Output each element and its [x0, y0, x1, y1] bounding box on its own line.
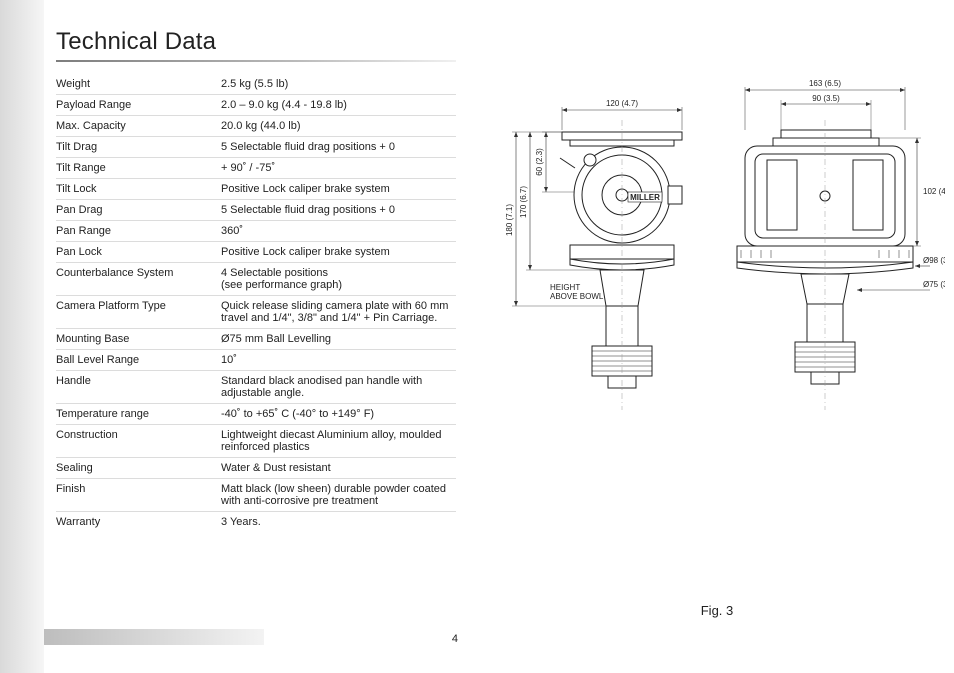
spec-row: Temperature range-40˚ to +65˚ C (-40° to… — [56, 404, 456, 425]
spec-row: Tilt Range+ 90˚ / -75˚ — [56, 158, 456, 179]
figure-caption: Fig. 3 — [701, 603, 734, 618]
spec-value: 20.0 kg (44.0 lb) — [221, 116, 456, 137]
spec-label: Mounting Base — [56, 329, 221, 350]
brand-label: MILLER — [630, 193, 660, 202]
spec-value: Positive Lock caliper brake system — [221, 242, 456, 263]
page-title: Technical Data — [56, 28, 456, 56]
spec-row: Camera Platform TypeQuick release slidin… — [56, 296, 456, 329]
spec-label: Tilt Range — [56, 158, 221, 179]
spec-value: Water & Dust resistant — [221, 458, 456, 479]
dim-width-plate-right: 90 (3.5) — [812, 94, 840, 103]
spec-label: Payload Range — [56, 95, 221, 116]
height-label-line2: ABOVE BOWL — [550, 292, 604, 301]
spec-table: Weight2.5 kg (5.5 lb)Payload Range2.0 – … — [56, 74, 456, 532]
spec-value: Matt black (low sheen) durable powder co… — [221, 479, 456, 512]
page-number: 4 — [452, 633, 458, 645]
spec-value: 360˚ — [221, 221, 456, 242]
spec-row: Pan Drag5 Selectable fluid drag position… — [56, 200, 456, 221]
spec-value: 3 Years. — [221, 512, 456, 533]
spec-label: Temperature range — [56, 404, 221, 425]
spec-value: Quick release sliding camera plate with … — [221, 296, 456, 329]
spec-value: 5 Selectable fluid drag positions + 0 — [221, 137, 456, 158]
spec-value: Positive Lock caliper brake system — [221, 179, 456, 200]
spec-value: 5 Selectable fluid drag positions + 0 — [221, 200, 456, 221]
spec-row: Tilt Drag5 Selectable fluid drag positio… — [56, 137, 456, 158]
dim-diameter-base-right: Ø98 (3.9) — [923, 256, 945, 265]
spec-row: Max. Capacity20.0 kg (44.0 lb) — [56, 116, 456, 137]
spec-label: Counterbalance System — [56, 263, 221, 296]
dim-height-bowl-plate-right: 102 (4.0) — [923, 187, 945, 196]
spec-row: HandleStandard black anodised pan handle… — [56, 371, 456, 404]
height-label-line1: HEIGHT — [550, 283, 580, 292]
technical-drawing: 120 (4.7) MILLER — [490, 80, 945, 500]
spec-label: Pan Drag — [56, 200, 221, 221]
dim-height-full-left: 180 (7.1) — [505, 204, 514, 236]
spec-label: Tilt Lock — [56, 179, 221, 200]
dim-height-inner-left: 170 (6.7) — [519, 186, 528, 218]
spec-label: Ball Level Range — [56, 350, 221, 371]
spec-row: Tilt LockPositive Lock caliper brake sys… — [56, 179, 456, 200]
spec-label: Warranty — [56, 512, 221, 533]
spec-value: Standard black anodised pan handle with … — [221, 371, 456, 404]
spec-value: Lightweight diecast Aluminium alloy, mou… — [221, 425, 456, 458]
spec-row: Pan Range360˚ — [56, 221, 456, 242]
spec-row: ConstructionLightweight diecast Aluminiu… — [56, 425, 456, 458]
dim-diameter-bowl-right: Ø75 (3.0) — [923, 280, 945, 289]
spec-row: Warranty3 Years. — [56, 512, 456, 533]
spec-row: Mounting BaseØ75 mm Ball Levelling — [56, 329, 456, 350]
spec-label: Weight — [56, 74, 221, 95]
spec-value: 2.5 kg (5.5 lb) — [221, 74, 456, 95]
footer-accent-bar — [44, 629, 264, 645]
spec-value: 2.0 – 9.0 kg (4.4 - 19.8 lb) — [221, 95, 456, 116]
spec-label: Pan Range — [56, 221, 221, 242]
spec-row: FinishMatt black (low sheen) durable pow… — [56, 479, 456, 512]
spec-label: Max. Capacity — [56, 116, 221, 137]
spec-label: Pan Lock — [56, 242, 221, 263]
spec-row: SealingWater & Dust resistant — [56, 458, 456, 479]
spec-row: Pan LockPositive Lock caliper brake syst… — [56, 242, 456, 263]
spec-label: Camera Platform Type — [56, 296, 221, 329]
dim-head-height-left: 60 (2.3) — [535, 148, 544, 176]
spec-value: Ø75 mm Ball Levelling — [221, 329, 456, 350]
spec-label: Finish — [56, 479, 221, 512]
spec-value: + 90˚ / -75˚ — [221, 158, 456, 179]
spec-value: 10˚ — [221, 350, 456, 371]
spec-row: Ball Level Range10˚ — [56, 350, 456, 371]
spec-label: Sealing — [56, 458, 221, 479]
spec-label: Handle — [56, 371, 221, 404]
dim-width-top-right: 163 (6.5) — [809, 80, 841, 88]
spec-value: 4 Selectable positions (see performance … — [221, 263, 456, 296]
spec-row: Weight2.5 kg (5.5 lb) — [56, 74, 456, 95]
spec-label: Tilt Drag — [56, 137, 221, 158]
dim-width-top-left: 120 (4.7) — [606, 99, 638, 108]
spec-value: -40˚ to +65˚ C (-40° to +149° F) — [221, 404, 456, 425]
title-underline — [56, 60, 456, 62]
spec-label: Construction — [56, 425, 221, 458]
spec-row: Counterbalance System4 Selectable positi… — [56, 263, 456, 296]
spec-row: Payload Range2.0 – 9.0 kg (4.4 - 19.8 lb… — [56, 95, 456, 116]
